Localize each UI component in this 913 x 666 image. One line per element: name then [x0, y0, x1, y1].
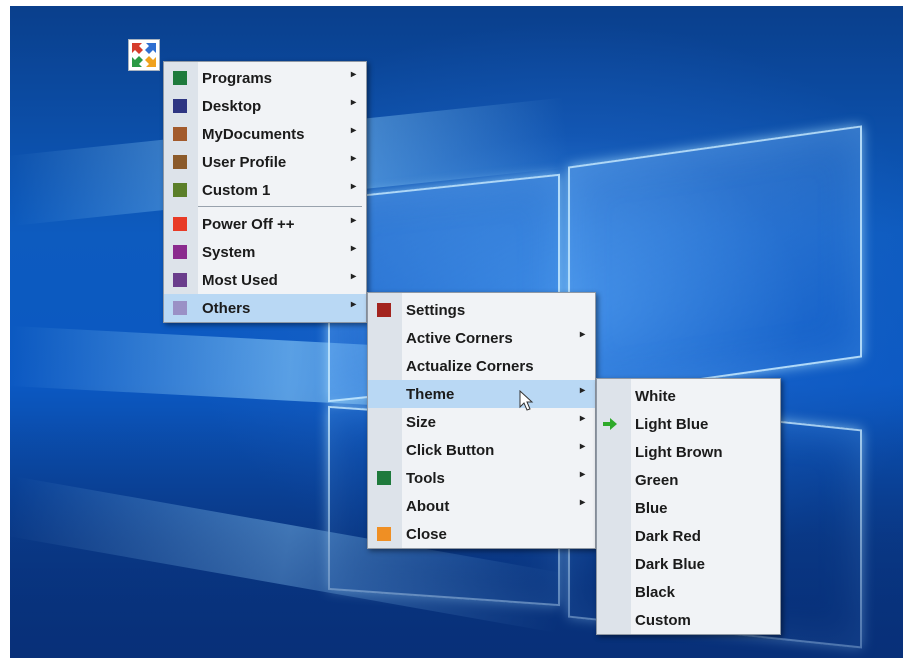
- theme-item-green[interactable]: Green: [597, 466, 780, 494]
- theme-item-dark-blue[interactable]: Dark Blue: [597, 550, 780, 578]
- theme-item-dark-red[interactable]: Dark Red: [597, 522, 780, 550]
- main-menu: Programs ▸ Desktop ▸ MyDocuments ▸ User Profil…: [163, 61, 367, 323]
- menu-item-label: MyDocuments: [202, 126, 305, 143]
- menu-item-label: Custom 1: [202, 182, 271, 199]
- color-square-icon: [377, 303, 391, 317]
- main-item-most-used[interactable]: Most Used ▸: [164, 266, 366, 294]
- others-item-size[interactable]: Size ▸: [368, 408, 595, 436]
- others-item-settings[interactable]: Settings: [368, 296, 595, 324]
- menu-item-label: Green: [635, 472, 679, 489]
- submenu-arrow-icon: ▸: [350, 125, 356, 136]
- submenu-arrow-icon: ▸: [579, 497, 585, 508]
- theme-item-light-brown[interactable]: Light Brown: [597, 438, 780, 466]
- submenu-arrow-icon: ▸: [579, 413, 585, 424]
- submenu-arrow-icon: ▸: [350, 97, 356, 108]
- color-square-icon: [377, 471, 391, 485]
- color-square-icon: [173, 217, 187, 231]
- color-square-icon: [173, 273, 187, 287]
- theme-item-blue[interactable]: Blue: [597, 494, 780, 522]
- menu-item-label: Blue: [635, 500, 668, 517]
- menu-item-label: White: [635, 388, 676, 405]
- others-item-close[interactable]: Close: [368, 520, 595, 548]
- menu-item-label: System: [202, 244, 256, 261]
- corner-arrow-bottom-right-icon: [145, 56, 156, 67]
- menu-item-label: Desktop: [202, 98, 262, 115]
- theme-item-white[interactable]: White: [597, 382, 780, 410]
- theme-item-custom[interactable]: Custom: [597, 606, 780, 634]
- color-square-icon: [173, 245, 187, 259]
- theme-item-light-blue[interactable]: Light Blue: [597, 410, 780, 438]
- window-pane: [568, 125, 862, 399]
- menu-item-label: Custom: [635, 612, 691, 629]
- others-submenu: Settings Active Corners ▸ Actualize Corners…: [367, 292, 596, 549]
- menu-item-label: Power Off ++: [202, 216, 295, 233]
- submenu-arrow-icon: ▸: [350, 215, 356, 226]
- theme-submenu: White Light Blue Light Brown Green Blue Dark …: [596, 378, 781, 635]
- main-item-mydocuments[interactable]: MyDocuments ▸: [164, 120, 366, 148]
- green-arrow-icon: [603, 418, 617, 430]
- submenu-arrow-icon: ▸: [350, 153, 356, 164]
- menu-item-label: Actualize Corners: [406, 358, 534, 375]
- main-item-desktop[interactable]: Desktop ▸: [164, 92, 366, 120]
- submenu-arrow-icon: ▸: [350, 181, 356, 192]
- submenu-arrow-icon: ▸: [350, 243, 356, 254]
- menu-item-label: Theme: [406, 386, 455, 403]
- menu-item-label: Light Brown: [635, 444, 723, 461]
- submenu-arrow-icon: ▸: [350, 271, 356, 282]
- color-square-icon: [173, 127, 187, 141]
- submenu-arrow-icon: ▸: [579, 441, 585, 452]
- menu-item-label: Light Blue: [635, 416, 709, 433]
- menu-item-label: About: [406, 498, 450, 515]
- main-item-custom-1[interactable]: Custom 1 ▸: [164, 176, 366, 204]
- color-square-icon: [173, 183, 187, 197]
- menu-item-label: Active Corners: [406, 330, 513, 347]
- menu-item-label: Close: [406, 526, 447, 543]
- submenu-arrow-icon: ▸: [350, 299, 356, 310]
- submenu-arrow-icon: ▸: [579, 385, 585, 396]
- others-item-tools[interactable]: Tools ▸: [368, 464, 595, 492]
- menu-item-label: Black: [635, 584, 676, 601]
- menu-item-label: Size: [406, 414, 437, 431]
- menu-item-label: Settings: [406, 302, 466, 319]
- theme-item-black[interactable]: Black: [597, 578, 780, 606]
- menu-item-label: Others: [202, 300, 251, 317]
- corner-arrows-icon: [132, 43, 156, 67]
- others-item-active-corners[interactable]: Active Corners ▸: [368, 324, 595, 352]
- main-item-user-profile[interactable]: User Profile ▸: [164, 148, 366, 176]
- corner-arrow-bottom-left-icon: [132, 56, 143, 67]
- others-item-about[interactable]: About ▸: [368, 492, 595, 520]
- color-square-icon: [173, 301, 187, 315]
- menu-item-label: Dark Blue: [635, 556, 706, 573]
- menu-item-label: Click Button: [406, 442, 495, 459]
- submenu-arrow-icon: ▸: [579, 329, 585, 340]
- color-square-icon: [173, 99, 187, 113]
- submenu-arrow-icon: ▸: [350, 69, 356, 80]
- color-square-icon: [173, 155, 187, 169]
- color-square-icon: [173, 71, 187, 85]
- main-item-system[interactable]: System ▸: [164, 238, 366, 266]
- mouse-cursor-icon: [519, 390, 534, 411]
- corner-arrow-top-right-icon: [145, 43, 156, 54]
- main-item-others[interactable]: Others ▸: [164, 294, 366, 322]
- others-item-theme[interactable]: Theme ▸: [368, 380, 595, 408]
- menu-item-label: Tools: [406, 470, 445, 487]
- others-item-actualize-corners[interactable]: Actualize Corners: [368, 352, 595, 380]
- submenu-arrow-icon: ▸: [579, 469, 585, 480]
- others-item-click-button[interactable]: Click Button ▸: [368, 436, 595, 464]
- menu-item-label: Programs: [202, 70, 273, 87]
- corner-arrow-top-left-icon: [132, 43, 143, 54]
- main-item-power-off[interactable]: Power Off ++ ▸: [164, 210, 366, 238]
- menu-item-label: User Profile: [202, 154, 287, 171]
- main-item-programs[interactable]: Programs ▸: [164, 64, 366, 92]
- corners-app-icon[interactable]: [128, 39, 160, 71]
- color-square-icon: [377, 527, 391, 541]
- menu-item-label: Most Used: [202, 272, 278, 289]
- menu-item-label: Dark Red: [635, 528, 701, 545]
